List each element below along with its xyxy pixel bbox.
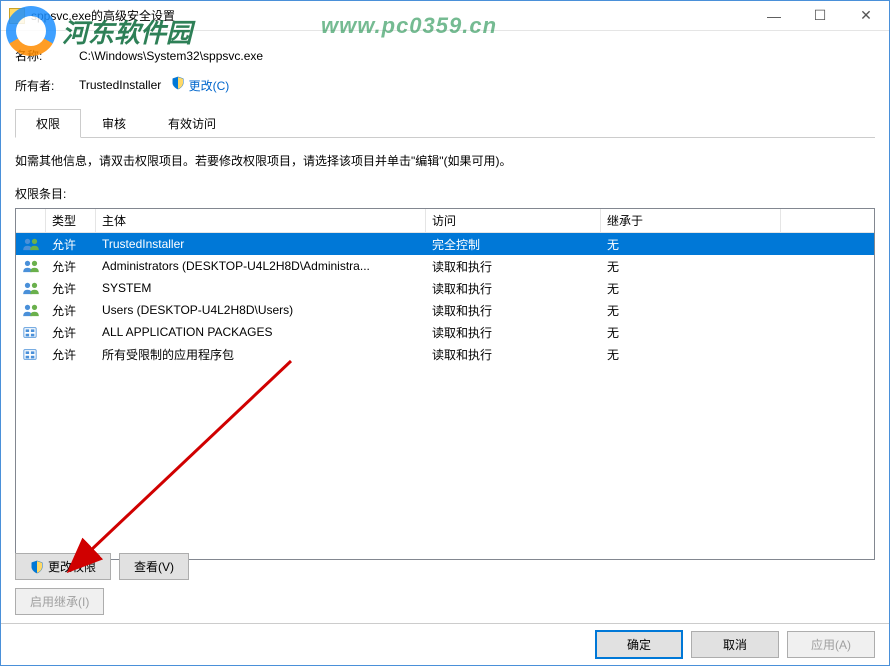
tab-effective[interactable]: 有效访问 <box>147 109 237 138</box>
tab-auditing[interactable]: 审核 <box>81 109 147 138</box>
ok-button[interactable]: 确定 <box>595 630 683 659</box>
owner-value: TrustedInstaller <box>79 78 161 92</box>
cell-principal: TrustedInstaller <box>96 237 426 251</box>
col-type[interactable]: 类型 <box>46 209 96 232</box>
cell-access: 读取和执行 <box>426 346 601 363</box>
cell-inherit: 无 <box>601 346 781 363</box>
content-area: 名称: C:\Windows\System32\sppsvc.exe 所有者: … <box>1 31 889 560</box>
change-permissions-button[interactable]: 更改权限 <box>15 553 111 580</box>
change-owner-link[interactable]: 更改(C) <box>171 76 229 94</box>
cell-inherit: 无 <box>601 324 781 341</box>
col-icon[interactable] <box>16 209 46 232</box>
permissions-table[interactable]: 类型 主体 访问 继承于 允许TrustedInstaller完全控制无允许Ad… <box>15 208 875 560</box>
table-row[interactable]: 允许SYSTEM读取和执行无 <box>16 277 874 299</box>
close-button[interactable]: ✕ <box>843 1 889 31</box>
cell-inherit: 无 <box>601 302 781 319</box>
cell-inherit: 无 <box>601 236 781 253</box>
bottom-buttons: 更改权限 查看(V) 启用继承(I) <box>15 553 189 615</box>
cell-access: 读取和执行 <box>426 280 601 297</box>
dialog-footer: 确定 取消 应用(A) <box>1 623 889 665</box>
table-body: 允许TrustedInstaller完全控制无允许Administrators … <box>16 233 874 365</box>
change-permissions-label: 更改权限 <box>48 558 96 575</box>
cell-type: 允许 <box>46 236 96 253</box>
advanced-security-window: 河东软件园 www.pc0359.cn sppsvc.exe的高级安全设置 — … <box>0 0 890 666</box>
cancel-button[interactable]: 取消 <box>691 631 779 658</box>
col-access[interactable]: 访问 <box>426 209 601 232</box>
table-row[interactable]: 允许Users (DESKTOP-U4L2H8D\Users)读取和执行无 <box>16 299 874 321</box>
view-label: 查看(V) <box>134 558 174 575</box>
cell-type: 允许 <box>46 302 96 319</box>
cell-principal: Administrators (DESKTOP-U4L2H8D\Administ… <box>96 259 426 273</box>
cell-type: 允许 <box>46 280 96 297</box>
tab-permissions[interactable]: 权限 <box>15 109 81 138</box>
watermark-url: www.pc0359.cn <box>321 13 497 39</box>
table-row[interactable]: 允许所有受限制的应用程序包读取和执行无 <box>16 343 874 365</box>
table-row[interactable]: 允许ALL APPLICATION PACKAGES读取和执行无 <box>16 321 874 343</box>
tabs: 权限 审核 有效访问 <box>15 108 875 138</box>
table-row[interactable]: 允许TrustedInstaller完全控制无 <box>16 233 874 255</box>
apply-label: 应用(A) <box>811 636 851 653</box>
col-principal[interactable]: 主体 <box>96 209 426 232</box>
section-label: 权限条目: <box>15 181 875 208</box>
users-icon <box>16 237 46 251</box>
change-link-text: 更改(C) <box>189 79 230 93</box>
apply-button: 应用(A) <box>787 631 875 658</box>
shield-icon <box>171 76 185 90</box>
cell-inherit: 无 <box>601 258 781 275</box>
maximize-button[interactable]: ☐ <box>797 1 843 31</box>
shield-icon <box>30 560 44 574</box>
cell-principal: SYSTEM <box>96 281 426 295</box>
cell-type: 允许 <box>46 258 96 275</box>
package-icon <box>16 347 46 361</box>
owner-row: 所有者: TrustedInstaller 更改(C) <box>15 70 875 100</box>
col-inherit[interactable]: 继承于 <box>601 209 781 232</box>
cell-type: 允许 <box>46 346 96 363</box>
table-header: 类型 主体 访问 继承于 <box>16 209 874 233</box>
users-icon <box>16 303 46 317</box>
cell-principal: ALL APPLICATION PACKAGES <box>96 325 426 339</box>
owner-label: 所有者: <box>15 77 79 94</box>
cell-inherit: 无 <box>601 280 781 297</box>
cell-type: 允许 <box>46 324 96 341</box>
users-icon <box>16 281 46 295</box>
cell-access: 读取和执行 <box>426 258 601 275</box>
view-button[interactable]: 查看(V) <box>119 553 189 580</box>
cancel-label: 取消 <box>723 636 747 653</box>
users-icon <box>16 259 46 273</box>
ok-label: 确定 <box>627 636 651 653</box>
cell-principal: Users (DESKTOP-U4L2H8D\Users) <box>96 303 426 317</box>
cell-principal: 所有受限制的应用程序包 <box>96 346 426 363</box>
enable-inheritance-label: 启用继承(I) <box>30 593 89 610</box>
watermark-logo: 河东软件园 <box>6 6 192 56</box>
cell-access: 读取和执行 <box>426 324 601 341</box>
table-row[interactable]: 允许Administrators (DESKTOP-U4L2H8D\Admini… <box>16 255 874 277</box>
package-icon <box>16 325 46 339</box>
enable-inheritance-button: 启用继承(I) <box>15 588 104 615</box>
window-controls: — ☐ ✕ <box>751 1 889 31</box>
instructions-text: 如需其他信息，请双击权限项目。若要修改权限项目，请选择该项目并单击"编辑"(如果… <box>15 138 875 181</box>
watermark-name: 河东软件园 <box>62 13 192 50</box>
minimize-button[interactable]: — <box>751 1 797 31</box>
globe-icon <box>6 6 56 56</box>
cell-access: 完全控制 <box>426 236 601 253</box>
cell-access: 读取和执行 <box>426 302 601 319</box>
